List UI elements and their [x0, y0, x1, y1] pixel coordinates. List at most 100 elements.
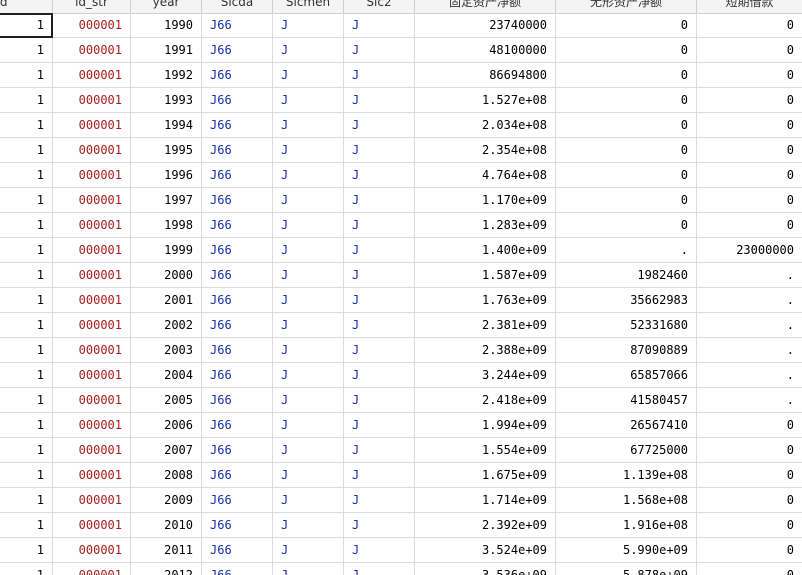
- table-row[interactable]: 1 000001 1994 J66 J J 2.034e+08 0 0: [0, 113, 802, 138]
- cell-sicda[interactable]: J66: [202, 88, 273, 113]
- cell-short-term-loans[interactable]: 0: [697, 38, 802, 63]
- cell-id-str[interactable]: 000001: [53, 188, 131, 213]
- cell-sic2[interactable]: J: [344, 88, 415, 113]
- cell-short-term-loans[interactable]: 0: [697, 213, 802, 238]
- cell-sic2[interactable]: J: [344, 13, 415, 38]
- cell-id-str[interactable]: 000001: [53, 238, 131, 263]
- cell-id[interactable]: 1: [0, 63, 53, 88]
- column-header-short-term-loans[interactable]: 短期借款: [697, 0, 802, 13]
- cell-id[interactable]: 1: [0, 538, 53, 563]
- cell-year[interactable]: 1995: [131, 138, 202, 163]
- cell-fixed-assets-net[interactable]: 2.418e+09: [415, 388, 556, 413]
- cell-year[interactable]: 2001: [131, 288, 202, 313]
- column-header-sic2[interactable]: Sic2: [344, 0, 415, 13]
- cell-year[interactable]: 2007: [131, 438, 202, 463]
- cell-sic2[interactable]: J: [344, 463, 415, 488]
- cell-id-str[interactable]: 000001: [53, 563, 131, 575]
- cell-sic2[interactable]: J: [344, 288, 415, 313]
- cell-id-str[interactable]: 000001: [53, 388, 131, 413]
- cell-fixed-assets-net[interactable]: 4.764e+08: [415, 163, 556, 188]
- cell-short-term-loans[interactable]: .: [697, 288, 802, 313]
- cell-fixed-assets-net[interactable]: 1.400e+09: [415, 238, 556, 263]
- cell-sicda[interactable]: J66: [202, 538, 273, 563]
- table-row[interactable]: 1 000001 1993 J66 J J 1.527e+08 0 0: [0, 88, 802, 113]
- cell-sicda[interactable]: J66: [202, 213, 273, 238]
- cell-short-term-loans[interactable]: .: [697, 263, 802, 288]
- cell-short-term-loans[interactable]: 0: [697, 563, 802, 575]
- table-row[interactable]: 1 000001 1997 J66 J J 1.170e+09 0 0: [0, 188, 802, 213]
- cell-intangible-assets-net[interactable]: 0: [556, 188, 697, 213]
- cell-short-term-loans[interactable]: 0: [697, 63, 802, 88]
- cell-year[interactable]: 2002: [131, 313, 202, 338]
- cell-id-str[interactable]: 000001: [53, 488, 131, 513]
- cell-id-str[interactable]: 000001: [53, 263, 131, 288]
- cell-short-term-loans[interactable]: 0: [697, 413, 802, 438]
- cell-id[interactable]: 1: [0, 363, 53, 388]
- cell-sicda[interactable]: J66: [202, 513, 273, 538]
- cell-sic2[interactable]: J: [344, 138, 415, 163]
- cell-sicda[interactable]: J66: [202, 238, 273, 263]
- table-row[interactable]: 1 000001 2002 J66 J J 2.381e+09 52331680.: [0, 313, 802, 338]
- cell-sicda[interactable]: J66: [202, 138, 273, 163]
- cell-fixed-assets-net[interactable]: 3.536e+09: [415, 563, 556, 575]
- cell-sicda[interactable]: J66: [202, 363, 273, 388]
- table-row[interactable]: 1 000001 2010 J66 J J 2.392e+09 1.916e+08 0: [0, 513, 802, 538]
- cell-short-term-loans[interactable]: 23000000: [697, 238, 802, 263]
- cell-year[interactable]: 1991: [131, 38, 202, 63]
- cell-intangible-assets-net[interactable]: 26567410: [556, 413, 697, 438]
- cell-sicmen[interactable]: J: [273, 363, 344, 388]
- cell-intangible-assets-net[interactable]: 41580457: [556, 388, 697, 413]
- table-row[interactable]: 1 000001 2003 J66 J J 2.388e+09 87090889.: [0, 338, 802, 363]
- cell-id[interactable]: 1: [0, 213, 53, 238]
- cell-id-str[interactable]: 000001: [53, 138, 131, 163]
- cell-year[interactable]: 1994: [131, 113, 202, 138]
- cell-id-str[interactable]: 000001: [53, 63, 131, 88]
- cell-sicda[interactable]: J66: [202, 438, 273, 463]
- cell-id[interactable]: 1: [0, 88, 53, 113]
- cell-sicda[interactable]: J66: [202, 113, 273, 138]
- cell-year[interactable]: 2004: [131, 363, 202, 388]
- table-row[interactable]: 1 000001 2011 J66 J J 3.524e+09 5.990e+09 0: [0, 538, 802, 563]
- table-row[interactable]: 1 000001 2004 J66 J J 3.244e+09 65857066.: [0, 363, 802, 388]
- cell-sicmen[interactable]: J: [273, 288, 344, 313]
- cell-sicmen[interactable]: J: [273, 38, 344, 63]
- cell-fixed-assets-net[interactable]: 1.714e+09: [415, 488, 556, 513]
- cell-sic2[interactable]: J: [344, 413, 415, 438]
- cell-id[interactable]: 1: [0, 438, 53, 463]
- cell-sicmen[interactable]: J: [273, 88, 344, 113]
- cell-id[interactable]: 1: [0, 463, 53, 488]
- table-row[interactable]: 1 000001 2005 J66 J J 2.418e+09 41580457.: [0, 388, 802, 413]
- cell-id-str[interactable]: 000001: [53, 513, 131, 538]
- cell-intangible-assets-net[interactable]: 0: [556, 63, 697, 88]
- cell-id[interactable]: 1: [0, 488, 53, 513]
- cell-id-str[interactable]: 000001: [53, 363, 131, 388]
- cell-short-term-loans[interactable]: 0: [697, 113, 802, 138]
- table-row[interactable]: 1 000001 1999 J66 J J 1.400e+09. 23000000: [0, 238, 802, 263]
- cell-sic2[interactable]: J: [344, 538, 415, 563]
- cell-sicmen[interactable]: J: [273, 263, 344, 288]
- cell-fixed-assets-net[interactable]: 2.392e+09: [415, 513, 556, 538]
- table-row[interactable]: 1 000001 1992 J66 J J 86694800 0 0: [0, 63, 802, 88]
- table-row[interactable]: 1 000001 2000 J66 J J 1.587e+09 1982460.: [0, 263, 802, 288]
- cell-intangible-assets-net[interactable]: 35662983: [556, 288, 697, 313]
- cell-sic2[interactable]: J: [344, 188, 415, 213]
- cell-id-str[interactable]: 000001: [53, 38, 131, 63]
- cell-id-str[interactable]: 000001: [53, 538, 131, 563]
- cell-short-term-loans[interactable]: 0: [697, 13, 802, 38]
- cell-sicda[interactable]: J66: [202, 413, 273, 438]
- cell-intangible-assets-net[interactable]: 0: [556, 113, 697, 138]
- column-header-year[interactable]: year: [131, 0, 202, 13]
- cell-sic2[interactable]: J: [344, 488, 415, 513]
- cell-id[interactable]: 1: [0, 238, 53, 263]
- cell-sicmen[interactable]: J: [273, 313, 344, 338]
- cell-intangible-assets-net[interactable]: 5.878e+09: [556, 563, 697, 575]
- cell-fixed-assets-net[interactable]: 1.283e+09: [415, 213, 556, 238]
- cell-intangible-assets-net[interactable]: 0: [556, 163, 697, 188]
- cell-id[interactable]: 1: [0, 113, 53, 138]
- cell-id-str[interactable]: 000001: [53, 163, 131, 188]
- cell-fixed-assets-net[interactable]: 1.763e+09: [415, 288, 556, 313]
- cell-sicmen[interactable]: J: [273, 188, 344, 213]
- cell-year[interactable]: 1992: [131, 63, 202, 88]
- column-header-intangible-assets-net[interactable]: 无形资产净额: [556, 0, 697, 13]
- cell-sicda[interactable]: J66: [202, 563, 273, 575]
